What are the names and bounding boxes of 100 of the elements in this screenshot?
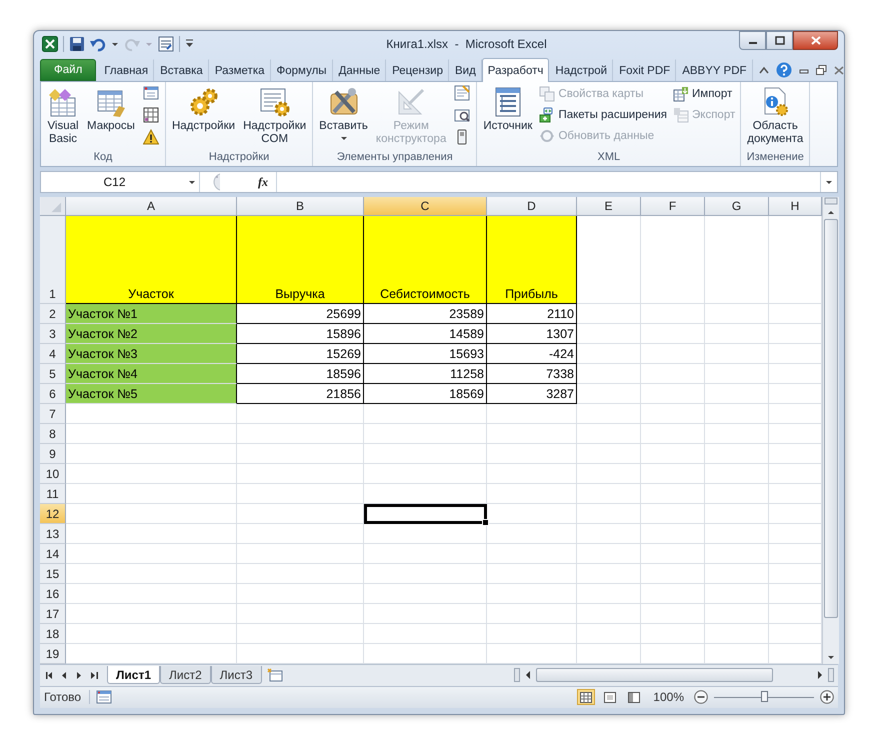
column-header[interactable]: C — [364, 197, 487, 216]
zoom-out-icon[interactable] — [694, 690, 708, 704]
split-handle-icon[interactable] — [828, 668, 834, 682]
scroll-thumb[interactable] — [824, 219, 838, 618]
ribbon-button[interactable]: Макросы — [84, 84, 138, 136]
table-cell: Участок №2 — [66, 324, 237, 344]
ribbon-button[interactable]: Источник — [480, 84, 536, 136]
normal-view-button[interactable] — [577, 689, 596, 706]
table-cell: 18569 — [364, 384, 487, 404]
prev-sheet-icon[interactable] — [60, 670, 69, 680]
code-window-icon[interactable] — [454, 107, 470, 124]
table-cell: 23589 — [364, 304, 487, 324]
status-text: Готово — [44, 690, 90, 704]
save-icon[interactable] — [69, 36, 85, 52]
row-header[interactable]: 19 — [40, 644, 66, 664]
export-icon — [673, 107, 690, 124]
gears-icon — [188, 86, 220, 118]
sheet-tab[interactable]: Лист1 — [107, 666, 160, 684]
slider-thumb[interactable] — [761, 690, 768, 702]
row-header[interactable]: 9 — [40, 444, 66, 464]
row-header[interactable]: 6 — [40, 384, 66, 404]
properties-icon[interactable] — [454, 85, 470, 102]
page-icon — [604, 692, 616, 703]
split-handle-icon[interactable] — [514, 668, 520, 682]
warning-icon[interactable] — [142, 129, 159, 146]
form-icon[interactable] — [158, 36, 174, 52]
last-sheet-icon[interactable] — [90, 670, 99, 680]
table-cell: 1307 — [487, 324, 577, 344]
customize-caret-icon[interactable] — [185, 39, 194, 50]
scroll-right-icon[interactable] — [816, 670, 824, 680]
table-cell: 7338 — [487, 364, 577, 384]
zoom-slider[interactable] — [714, 690, 814, 704]
row-header[interactable]: 1 — [40, 216, 66, 304]
caret-icon[interactable] — [111, 42, 119, 47]
sheet-tab[interactable]: Лист3 — [210, 666, 262, 684]
form-icon[interactable] — [142, 85, 159, 102]
column-header[interactable]: G — [705, 197, 769, 216]
table-cell: Участок — [66, 216, 237, 304]
grid-icon[interactable] — [142, 107, 159, 124]
selected-cell[interactable] — [364, 504, 487, 524]
file-tab[interactable]: Файл — [40, 59, 96, 82]
collapse-ribbon-icon[interactable] — [758, 66, 769, 74]
row-header[interactable]: 13 — [40, 524, 66, 544]
column-header[interactable]: D — [487, 197, 577, 216]
row-header[interactable]: 2 — [40, 304, 66, 324]
table-cell: Участок №5 — [66, 384, 237, 404]
zoom-level[interactable]: 100% — [649, 690, 688, 704]
row-header[interactable]: 5 — [40, 364, 66, 384]
ribbon-button[interactable]: Пакеты расширения — [537, 106, 670, 124]
ribbon-button[interactable]: Надстройки COM — [240, 84, 310, 148]
column-header[interactable]: H — [769, 197, 822, 216]
minimize-button[interactable] — [739, 31, 766, 50]
row-header[interactable]: 7 — [40, 404, 66, 424]
column-header[interactable]: B — [237, 197, 364, 216]
row-header[interactable]: 10 — [40, 464, 66, 484]
ribbon-button[interactable]: Область документа — [744, 84, 806, 148]
ribbon-button[interactable]: Надстройки — [168, 84, 238, 136]
row-header[interactable]: 16 — [40, 584, 66, 604]
table-cell: 2110 — [487, 304, 577, 324]
record-macro-icon[interactable] — [96, 690, 112, 704]
ribbon-button[interactable]: Импорт — [671, 85, 738, 104]
table-cell: 18596 — [237, 364, 364, 384]
new-sheet-icon[interactable] — [266, 668, 284, 682]
sheet-tab[interactable]: Лист2 — [160, 666, 211, 684]
row-header[interactable]: 11 — [40, 484, 66, 504]
ribbon-button[interactable]: Visual Basic — [44, 84, 82, 148]
row-header[interactable]: 15 — [40, 564, 66, 584]
row-header[interactable]: 8 — [40, 424, 66, 444]
scroll-thumb[interactable] — [536, 668, 773, 682]
group-label: Код — [92, 151, 114, 166]
excel-icon[interactable] — [42, 36, 58, 52]
ribbon-button[interactable]: Вставить — [316, 84, 371, 144]
table-cell: Себистоимость — [364, 216, 487, 304]
column-header[interactable]: F — [641, 197, 705, 216]
caret-icon — [145, 42, 153, 47]
row-header[interactable]: 4 — [40, 344, 66, 364]
column-header[interactable]: E — [577, 197, 641, 216]
split-handle-icon[interactable] — [823, 197, 839, 206]
zoom-in-icon[interactable] — [820, 690, 834, 704]
row-header[interactable]: 18 — [40, 624, 66, 644]
restore-icon[interactable] — [816, 65, 827, 76]
scroll-left-icon[interactable] — [524, 670, 532, 680]
row-header[interactable]: 14 — [40, 544, 66, 564]
row-header[interactable]: 17 — [40, 604, 66, 624]
close-button[interactable] — [793, 31, 838, 50]
row-header[interactable]: 3 — [40, 324, 66, 344]
first-sheet-icon[interactable] — [45, 670, 54, 680]
undo-icon[interactable] — [90, 36, 106, 52]
maximize-icon — [774, 36, 784, 45]
maximize-button[interactable] — [766, 31, 793, 50]
group-label: XML — [596, 151, 622, 166]
table-cell: Участок №1 — [66, 304, 237, 324]
list-gear-icon — [258, 86, 291, 118]
ribbon-tab[interactable]: Разработч — [482, 58, 550, 82]
column-header[interactable]: A — [66, 197, 237, 216]
close-icon[interactable] — [834, 66, 844, 75]
group-label: Изменение — [746, 151, 805, 166]
help-icon[interactable] — [776, 62, 792, 78]
row-header[interactable]: 12 — [40, 504, 66, 524]
table-cell: -424 — [487, 344, 577, 364]
